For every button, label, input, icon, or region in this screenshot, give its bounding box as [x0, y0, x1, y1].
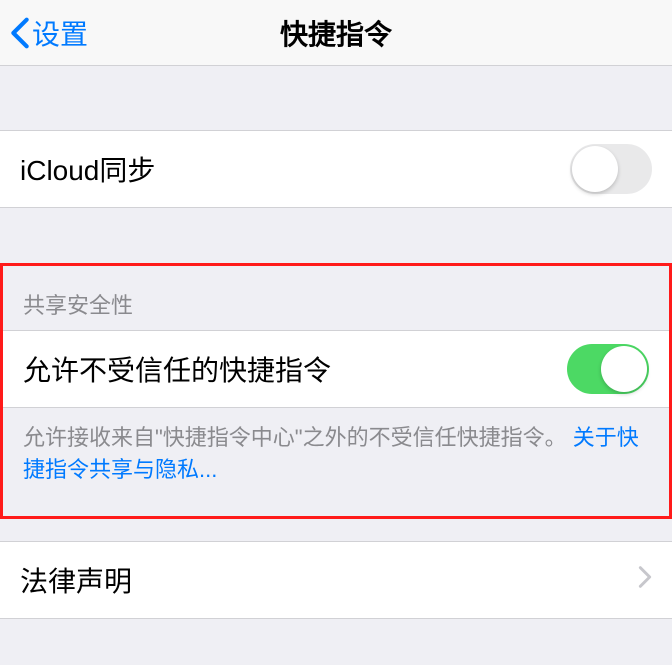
allow-untrusted-toggle[interactable]	[567, 344, 649, 394]
toggle-knob	[601, 346, 647, 392]
spacer	[0, 519, 672, 541]
icloud-sync-row: iCloud同步	[0, 130, 672, 208]
navigation-bar: 设置 快捷指令	[0, 0, 672, 66]
security-footer-text: 允许接收来自"快捷指令中心"之外的不受信任快捷指令。	[23, 425, 567, 450]
security-footer: 允许接收来自"快捷指令中心"之外的不受信任快捷指令。 关于快捷指令共享与隐私..…	[3, 408, 669, 516]
highlight-box: 共享安全性 允许不受信任的快捷指令 允许接收来自"快捷指令中心"之外的不受信任快…	[0, 263, 672, 519]
legal-label: 法律声明	[20, 560, 132, 600]
back-button[interactable]: 设置	[0, 13, 88, 53]
icloud-sync-toggle[interactable]	[570, 144, 652, 194]
security-section-header: 共享安全性	[3, 266, 669, 330]
icloud-sync-label: iCloud同步	[20, 149, 155, 189]
page-title: 快捷指令	[0, 13, 672, 53]
chevron-right-icon	[638, 565, 652, 594]
back-label: 设置	[32, 13, 88, 53]
chevron-left-icon	[10, 16, 30, 50]
legal-row[interactable]: 法律声明	[0, 541, 672, 619]
toggle-knob	[572, 146, 618, 192]
allow-untrusted-label: 允许不受信任的快捷指令	[23, 349, 331, 389]
allow-untrusted-row: 允许不受信任的快捷指令	[3, 330, 669, 408]
spacer	[0, 66, 672, 130]
